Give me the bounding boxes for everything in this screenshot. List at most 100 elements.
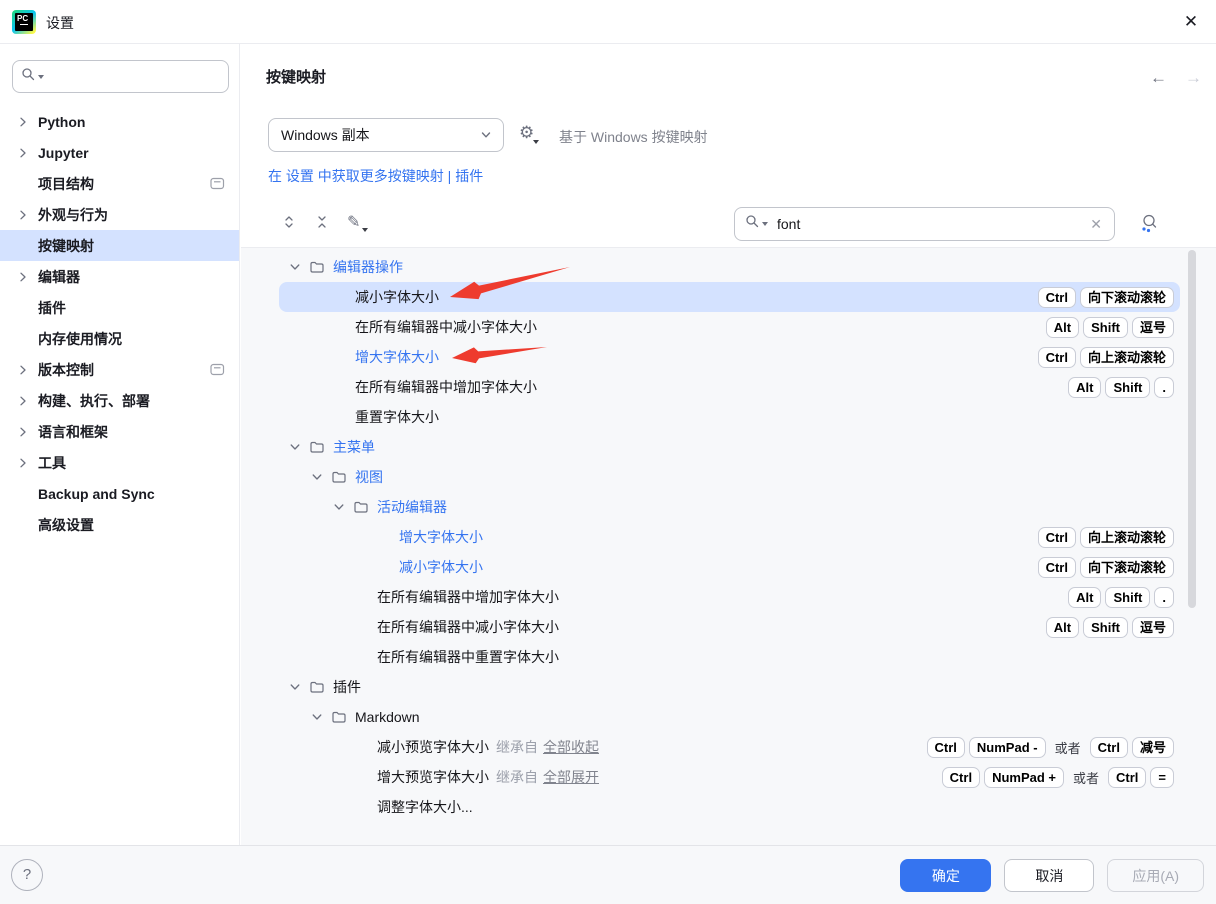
- key-badge: 逗号: [1132, 617, 1174, 638]
- sidebar-item-14[interactable]: 高级设置: [0, 509, 239, 540]
- tree-action-row[interactable]: 在所有编辑器中减小字体大小AltShift逗号: [279, 312, 1180, 342]
- sidebar-item-4[interactable]: 外观与行为: [0, 199, 239, 230]
- chevron-right-icon[interactable]: [16, 425, 30, 439]
- history-nav: ← →: [1150, 68, 1202, 88]
- chevron-right-icon[interactable]: [16, 146, 30, 160]
- sidebar-item-1[interactable]: Python: [0, 106, 239, 137]
- sidebar-item-2[interactable]: Jupyter: [0, 137, 239, 168]
- tree-action-row[interactable]: 在所有编辑器中增加字体大小AltShift.: [279, 582, 1180, 612]
- inherited-action-link[interactable]: 全部收起: [543, 737, 599, 757]
- chevron-right-icon[interactable]: [16, 363, 30, 377]
- sidebar-item-3[interactable]: 项目结构: [0, 168, 239, 199]
- sidebar-item-6[interactable]: 编辑器: [0, 261, 239, 292]
- tree-action-row[interactable]: 在所有编辑器中增加字体大小AltShift.: [279, 372, 1180, 402]
- tree-action-row[interactable]: 减小预览字体大小继承自全部收起CtrlNumPad -或者Ctrl减号: [279, 732, 1180, 762]
- key-badge: Ctrl: [927, 737, 965, 758]
- tree-folder-row[interactable]: 插件: [279, 672, 1180, 702]
- sidebar-item-12[interactable]: 工具: [0, 447, 239, 478]
- expand-all-icon[interactable]: [281, 214, 297, 230]
- key-badge: 逗号: [1132, 317, 1174, 338]
- sidebar-item-label: 版本控制: [38, 360, 94, 380]
- chevron-down-icon[interactable]: [309, 710, 325, 724]
- sidebar-item-label: Python: [38, 114, 85, 130]
- tree-folder-row[interactable]: 活动编辑器: [279, 492, 1180, 522]
- shortcut-keys: Ctrl向上滚动滚轮: [1038, 527, 1174, 548]
- page-title: 按键映射: [266, 66, 326, 87]
- chevron-down-icon[interactable]: [287, 680, 303, 694]
- folder-icon: [309, 259, 325, 275]
- settings-group-icon: [210, 363, 225, 376]
- tree-action-row[interactable]: 增大字体大小 Ctrl向上滚动滚轮: [279, 342, 1180, 372]
- tree-row-label: 主菜单: [333, 437, 375, 457]
- apply-button: 应用(A): [1107, 859, 1204, 892]
- chevron-right-icon[interactable]: [16, 115, 30, 129]
- ok-button[interactable]: 确定: [900, 859, 991, 892]
- edit-shortcut-icon[interactable]: ✎: [347, 212, 368, 232]
- chevron-right-icon[interactable]: [16, 394, 30, 408]
- sidebar-item-label: 语言和框架: [38, 422, 108, 442]
- sidebar-item-8[interactable]: 内存使用情况: [0, 323, 239, 354]
- vertical-scrollbar[interactable]: [1188, 250, 1196, 608]
- tree-action-row[interactable]: 在所有编辑器中减小字体大小AltShift逗号: [279, 612, 1180, 642]
- tree-action-row[interactable]: 在所有编辑器中重置字体大小: [279, 642, 1180, 672]
- tree-folder-row[interactable]: 主菜单: [279, 432, 1180, 462]
- shortcut-keys: CtrlNumPad +或者Ctrl=: [942, 767, 1174, 788]
- chevron-right-icon[interactable]: [16, 456, 30, 470]
- collapse-all-icon[interactable]: [314, 214, 330, 230]
- inherited-action-link[interactable]: 全部展开: [543, 767, 599, 787]
- find-by-shortcut-icon[interactable]: [1138, 212, 1160, 239]
- sidebar-item-13[interactable]: Backup and Sync: [0, 478, 239, 509]
- cancel-button[interactable]: 取消: [1004, 859, 1094, 892]
- get-more-keymaps-link[interactable]: 在 设置 中获取更多按键映射: [268, 168, 444, 184]
- tree-action-row[interactable]: 重置字体大小: [279, 402, 1180, 432]
- key-badge: .: [1154, 377, 1174, 398]
- back-arrow-icon[interactable]: ←: [1150, 68, 1167, 88]
- sidebar-item-label: 高级设置: [38, 515, 94, 535]
- key-badge: =: [1150, 767, 1174, 788]
- plugins-link[interactable]: 插件: [455, 168, 483, 184]
- sidebar-item-10[interactable]: 构建、执行、部署: [0, 385, 239, 416]
- chevron-down-icon[interactable]: [331, 500, 347, 514]
- tree-toolbar: ✎: [281, 212, 368, 232]
- tree-action-row[interactable]: 增大预览字体大小继承自全部展开CtrlNumPad +或者Ctrl=: [279, 762, 1180, 792]
- tree-row-label: 增大字体大小: [355, 347, 439, 367]
- shortcut-keys: Ctrl向下滚动滚轮: [1038, 557, 1174, 578]
- close-icon[interactable]: ✕: [1180, 11, 1202, 33]
- sidebar-item-5[interactable]: 按键映射: [0, 230, 239, 261]
- tree-row-label: 增大预览字体大小: [377, 767, 489, 787]
- gear-icon: ⚙: [519, 123, 534, 142]
- chevron-down-icon[interactable]: [309, 470, 325, 484]
- sidebar-search-box[interactable]: [12, 60, 229, 93]
- chevron-right-icon[interactable]: [16, 270, 30, 284]
- chevron-down-icon[interactable]: [287, 440, 303, 454]
- or-separator: 或者: [1055, 738, 1081, 757]
- action-search-input[interactable]: [775, 215, 1088, 233]
- keymap-options-button[interactable]: ⚙: [519, 123, 539, 144]
- shortcut-keys: AltShift逗号: [1046, 617, 1174, 638]
- key-badge: 减号: [1132, 737, 1174, 758]
- tree-action-row[interactable]: 增大字体大小Ctrl向上滚动滚轮: [279, 522, 1180, 552]
- sidebar-item-11[interactable]: 语言和框架: [0, 416, 239, 447]
- key-badge: Alt: [1046, 317, 1079, 338]
- key-badge: 向下滚动滚轮: [1080, 557, 1174, 578]
- sidebar-item-7[interactable]: 插件: [0, 292, 239, 323]
- tree-row-label: 调整字体大小...: [377, 797, 473, 817]
- sidebar-item-label: 编辑器: [38, 267, 80, 287]
- shortcut-keys: Ctrl向上滚动滚轮: [1038, 347, 1174, 368]
- tree-folder-row[interactable]: 编辑器操作: [279, 252, 1180, 282]
- tree-folder-row[interactable]: 视图: [279, 462, 1180, 492]
- clear-search-icon[interactable]: ✕: [1088, 216, 1104, 233]
- chevron-right-icon[interactable]: [16, 208, 30, 222]
- chevron-down-icon[interactable]: [287, 260, 303, 274]
- keymap-selector[interactable]: Windows 副本: [268, 118, 504, 152]
- tree-action-row[interactable]: 减小字体大小Ctrl向下滚动滚轮: [279, 552, 1180, 582]
- sidebar-search-input[interactable]: [44, 68, 220, 86]
- tree-action-row[interactable]: 调整字体大小...: [279, 792, 1180, 822]
- action-search-box[interactable]: ✕: [734, 207, 1115, 241]
- tree-folder-row[interactable]: Markdown: [279, 702, 1180, 732]
- tree-action-row[interactable]: 减小字体大小Ctrl向下滚动滚轮: [279, 282, 1180, 312]
- sidebar-item-9[interactable]: 版本控制: [0, 354, 239, 385]
- help-icon[interactable]: ?: [11, 859, 43, 891]
- tree-row-label: 视图: [355, 467, 383, 487]
- key-badge: Alt: [1046, 617, 1079, 638]
